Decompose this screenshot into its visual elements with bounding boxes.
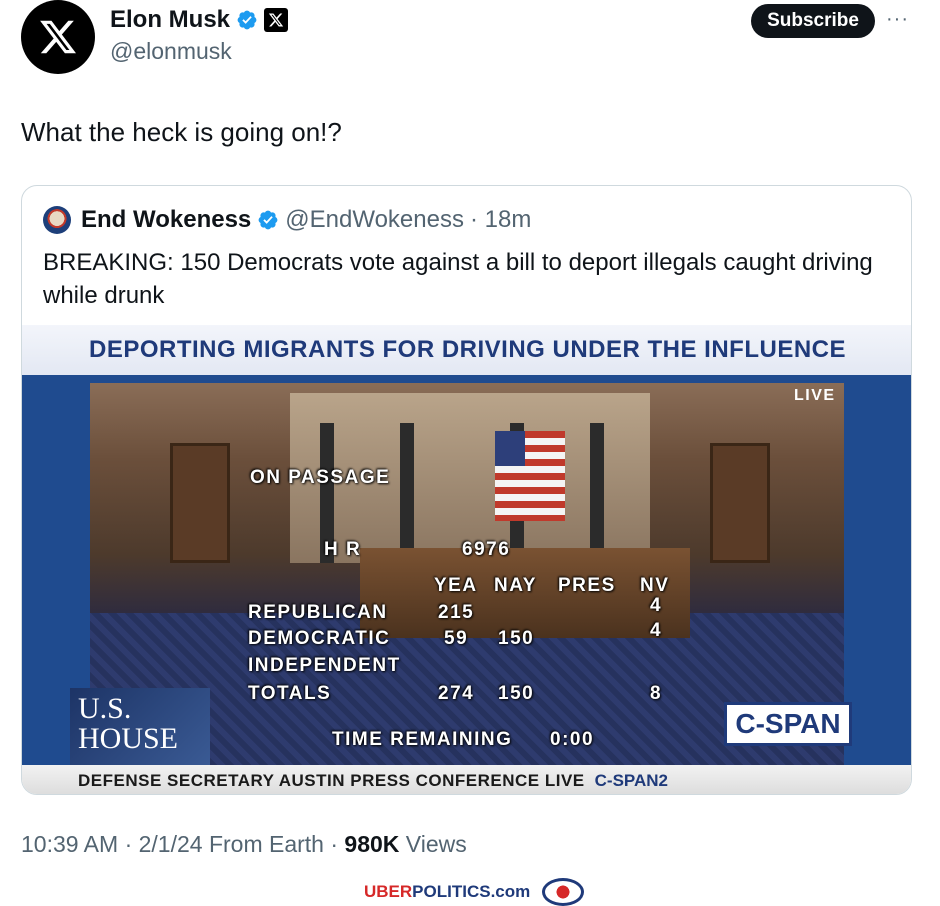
us-house-line1: U.S. xyxy=(78,692,132,725)
col-nv: NV xyxy=(640,575,670,596)
chamber-door xyxy=(710,443,770,563)
row-democratic-nay: 150 xyxy=(498,628,535,649)
more-options-icon[interactable]: ··· xyxy=(886,8,909,31)
tweet-meta: 10:39 AM · 2/1/24 From Earth · 980K View… xyxy=(21,831,467,858)
news-headline-bar: DEPORTING MIGRANTS FOR DRIVING UNDER THE… xyxy=(22,325,911,375)
quoted-author-name[interactable]: End Wokeness xyxy=(81,206,251,234)
cspan-logo: C-SPAN xyxy=(724,702,852,746)
chamber-column xyxy=(400,423,414,563)
author-handle[interactable]: @elonmusk xyxy=(110,38,232,65)
verified-badge-icon xyxy=(258,210,278,230)
author-name[interactable]: Elon Musk xyxy=(110,6,230,34)
row-totals-yea: 274 xyxy=(438,683,475,704)
site-watermark: UBERPOLITICS.com xyxy=(364,878,585,906)
subscribe-button[interactable]: Subscribe xyxy=(751,4,875,38)
tweet-text: What the heck is going on!? xyxy=(21,117,342,147)
news-ticker: DEFENSE SECRETARY AUSTIN PRESS CONFERENC… xyxy=(22,765,911,794)
live-indicator: LIVE xyxy=(794,387,836,404)
quoted-author-handle[interactable]: @EndWokeness xyxy=(285,206,464,234)
quoted-tweet-card[interactable]: End Wokeness @EndWokeness · 18m BREAKING… xyxy=(21,185,912,795)
news-headline: DEPORTING MIGRANTS FOR DRIVING UNDER THE… xyxy=(88,336,846,363)
bill-prefix: H R xyxy=(324,539,362,560)
chamber-column xyxy=(590,423,604,563)
row-democratic-nv: 4 xyxy=(650,620,663,641)
bill-number: 6976 xyxy=(462,539,511,560)
on-passage-label: ON PASSAGE xyxy=(250,467,391,488)
us-house-logo: U.S. HOUSE xyxy=(70,688,210,765)
us-house-line2: HOUSE xyxy=(78,722,179,755)
watermark-suffix: POLITICS.com xyxy=(412,882,531,901)
row-independent-label: INDEPENDENT xyxy=(248,655,401,676)
quoted-tweet-time[interactable]: · 18m xyxy=(470,206,531,234)
ticker-text: DEFENSE SECRETARY AUSTIN PRESS CONFERENC… xyxy=(78,770,585,790)
quoted-tweet-text: BREAKING: 150 Democrats vote against a b… xyxy=(43,249,873,309)
row-totals-label: TOTALS xyxy=(248,683,332,704)
views-count: 980K xyxy=(344,831,400,857)
time-remaining-value: 0:00 xyxy=(550,729,595,750)
x-logo-icon xyxy=(40,20,76,54)
row-democratic-label: DEMOCRATIC xyxy=(248,628,391,649)
row-republican-yea: 215 xyxy=(438,602,475,623)
row-totals-nv: 8 xyxy=(650,683,663,704)
author-avatar[interactable] xyxy=(21,0,95,74)
row-totals-nay: 150 xyxy=(498,683,535,704)
tweet-timestamp[interactable]: 10:39 AM · 2/1/24 From Earth · xyxy=(21,831,344,857)
row-republican-nv: 4 xyxy=(650,595,663,616)
views-label: Views xyxy=(399,831,467,857)
col-pres: PRES xyxy=(558,575,616,596)
row-republican-label: REPUBLICAN xyxy=(248,602,388,623)
time-remaining-label: TIME REMAINING xyxy=(332,729,513,750)
col-yea: YEA xyxy=(434,575,478,596)
ticker-network: C-SPAN2 xyxy=(594,770,669,790)
verified-badge-icon xyxy=(237,10,257,30)
watermark-text: UBERPOLITICS.com xyxy=(364,882,530,902)
x-affiliate-badge-icon xyxy=(264,8,289,32)
quoted-tweet-image[interactable]: DEPORTING MIGRANTS FOR DRIVING UNDER THE… xyxy=(22,325,911,794)
watermark-prefix: UBER xyxy=(364,882,413,901)
row-democratic-yea: 59 xyxy=(444,628,469,649)
house-chamber-scene: LIVE ON PASSAGE H R 6976 YEA NAY PRES NV… xyxy=(22,375,911,765)
chamber-door xyxy=(170,443,230,563)
watermark-logo-icon xyxy=(542,878,585,906)
author-name-row: Elon Musk xyxy=(110,6,289,34)
quoted-author-avatar[interactable] xyxy=(43,206,71,234)
quoted-tweet-header: End Wokeness @EndWokeness · 18m xyxy=(43,206,531,234)
col-nay: NAY xyxy=(494,575,537,596)
us-flag xyxy=(495,431,565,521)
